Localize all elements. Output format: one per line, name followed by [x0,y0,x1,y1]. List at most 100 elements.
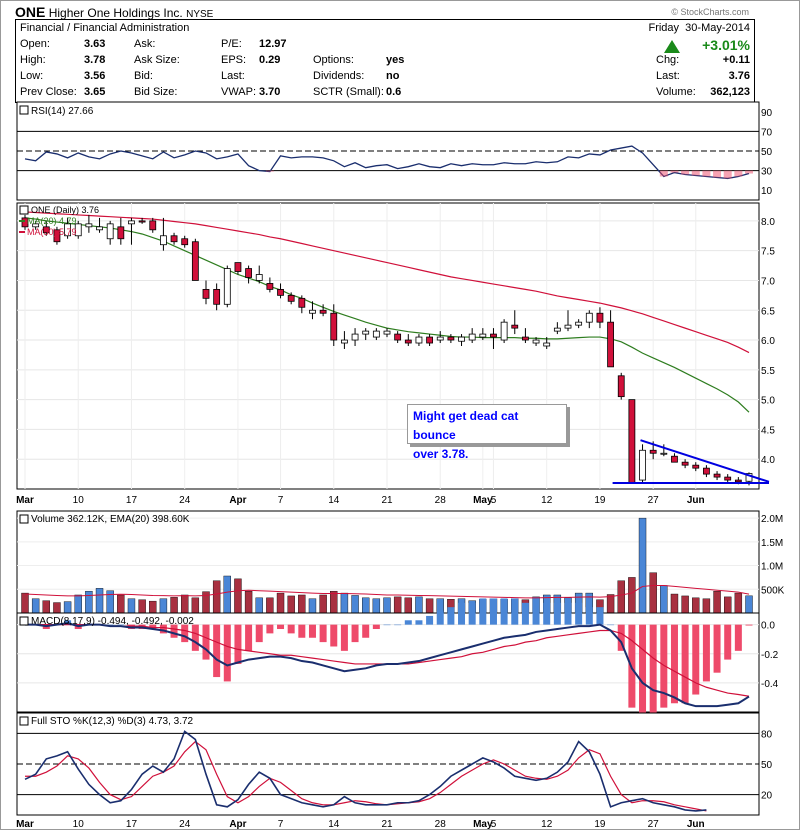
rsi-tick: 90 [761,108,773,119]
volume-bar [713,590,721,614]
candle-body [394,333,402,341]
volume-bar [670,593,679,614]
candle-body [415,336,423,344]
volume-bar [649,572,657,614]
volume-title: Volume 362.12K, EMA(20) 398.60K [31,514,190,525]
date-label: Mar [16,819,34,830]
price-title: ONE (Daily) 3.76 [31,205,99,215]
volume-bar [372,598,381,614]
volume-bar [191,597,200,614]
volume-bar [628,577,636,614]
candle-body [426,336,433,344]
volume-bar [393,596,402,614]
price-tick: 5.0 [761,396,775,407]
price-tick: 4.5 [761,425,775,436]
chart-frame: ONE Higher One Holdings Inc. NYSE © Stoc… [0,0,800,830]
macd-histogram-bar [287,624,295,634]
volume-bar [702,598,711,614]
rsi-tick: 30 [761,167,773,178]
volume-bar [63,601,72,614]
macd-histogram-bar [607,624,615,626]
candle-body [660,452,668,455]
macd-histogram-bar [458,602,466,625]
candle-body [106,223,114,240]
macd-histogram-bar [585,607,593,625]
candle-body [223,268,231,305]
date-label: 28 [435,819,447,830]
volume-bar [42,600,50,614]
candle-body [436,336,444,341]
price-panel [16,202,760,490]
candle-body [532,339,540,344]
date-label: 21 [381,819,393,830]
volume-bar [85,590,93,614]
date-label: 27 [648,495,660,506]
date-label: 19 [594,495,606,506]
candle-body [128,220,135,225]
candle-body [191,241,199,281]
macd-checkbox-icon [19,616,29,626]
rsi-tick: 50 [761,147,773,158]
candle-body [585,312,593,323]
candle-body [500,321,508,341]
candle-body [85,223,93,228]
macd-histogram-bar [404,620,412,625]
date-label: 5 [491,495,497,506]
volume-bar [244,590,253,614]
candle-body [287,294,295,302]
candle-body [181,238,189,246]
date-label: 17 [126,819,138,830]
candle-body [543,342,551,347]
macd-histogram-bar [500,598,508,625]
candle-body [266,283,274,290]
volume-bar [745,595,753,614]
volume-bar [138,599,146,614]
candle-body [234,262,242,272]
candle-body [149,220,157,231]
macd-histogram-bar [245,624,253,651]
macd-histogram-bar [372,624,380,630]
candle-body [724,476,732,481]
macd-histogram-bar [553,602,561,625]
date-label: 7 [278,819,284,830]
candle-body [298,297,306,308]
candle-body [522,336,529,341]
candle-body [213,288,221,305]
date-label: 24 [179,495,191,506]
volume-tick: 1.0M [761,562,783,573]
candle-body [458,336,465,342]
volume-bar [415,596,423,614]
candle-body [617,375,625,398]
macd-histogram-bar [564,602,572,625]
date-label: Mar [16,495,34,506]
candle-body [639,449,646,481]
candle-body [277,288,284,296]
macd-histogram-bar [223,624,231,682]
volume-bar [276,592,285,614]
macd-histogram-bar [362,624,370,638]
volume-bar [234,578,242,614]
volume-bar [425,598,434,614]
date-label: 17 [126,495,138,506]
price-tick: 6.0 [761,336,775,347]
macd-histogram-bar [415,620,423,625]
macd-histogram-bar [447,607,455,625]
macd-histogram-bar [468,602,476,625]
candle-body [330,312,338,341]
candle-body [319,309,327,314]
rsi-checkbox-icon [19,105,29,115]
macd-histogram-bar [234,624,242,664]
volume-bar [31,598,40,614]
date-label: Jun [687,495,705,506]
price-tick: 5.5 [761,366,775,377]
macd-histogram-bar [649,624,657,721]
candle-body [170,235,178,243]
macd-histogram-bar [724,624,732,660]
rsi-tick: 70 [761,127,773,138]
volume-bar [692,597,700,614]
sto-title: Full STO %K(12,3) %D(3) 4.73, 3.72 [31,716,194,727]
macd-histogram-bar [479,598,487,625]
volume-bar [340,592,349,614]
macd-histogram-bar [383,624,391,626]
volume-bar [298,594,306,614]
